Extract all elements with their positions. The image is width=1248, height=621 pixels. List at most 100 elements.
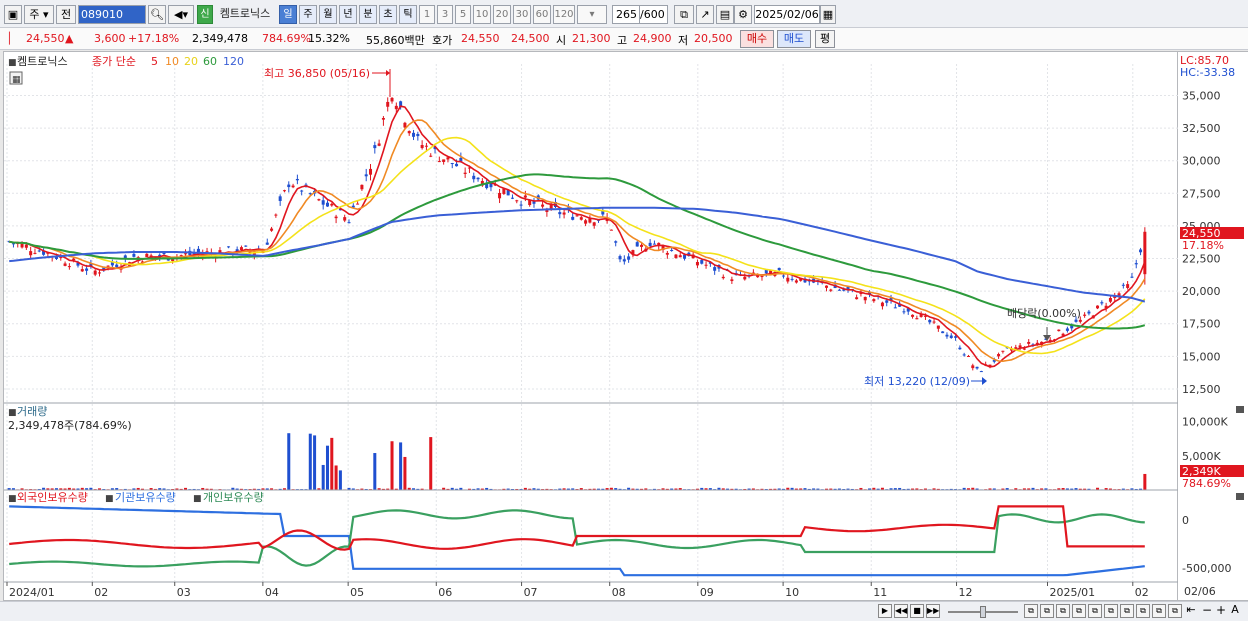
- candle-body: [975, 366, 979, 369]
- layout-tool-icon-7[interactable]: ⧉: [1120, 604, 1134, 618]
- ma10-line: [9, 119, 1146, 363]
- prev-select[interactable]: 전: [56, 5, 76, 24]
- chart-area[interactable]: ■ 켐트로닉스 종가 단순 5 10 20 60 120 ▦ 최고 36,850…: [3, 51, 1179, 602]
- toolbar: ▣ 주 ▾ 전 089010 🔍︎ ◀▾ 신 켐트로닉스 일 주 월 년 분 초…: [0, 0, 1248, 28]
- layout-tool-icon-4[interactable]: ⧉: [1072, 604, 1086, 618]
- candle-body: [665, 252, 669, 255]
- scroll-prev-icon[interactable]: ◀◀: [894, 604, 908, 618]
- minute-3[interactable]: 3: [437, 5, 453, 24]
- stock-code-input[interactable]: 089010: [78, 5, 146, 24]
- buy-button[interactable]: 매수: [740, 30, 774, 48]
- candle-body: [966, 356, 970, 358]
- eval-button[interactable]: 평: [815, 30, 835, 48]
- period-minute[interactable]: 분: [359, 5, 377, 24]
- price-change: 3,600: [94, 32, 126, 45]
- y-tick-label: 22,500: [1182, 253, 1221, 266]
- draw-tool-icon[interactable]: ↗: [696, 5, 714, 24]
- candle-body: [1057, 329, 1061, 332]
- candle-body: [356, 203, 360, 205]
- auto-scale-icon[interactable]: A: [1228, 604, 1242, 618]
- candle-body: [622, 259, 626, 262]
- layout-tool-icon-10[interactable]: ⧉: [1168, 604, 1182, 618]
- candle-body: [928, 319, 932, 323]
- candle-body: [412, 132, 416, 137]
- interval-select[interactable]: ▾: [577, 5, 607, 24]
- minute-1[interactable]: 1: [419, 5, 435, 24]
- chart-svg[interactable]: ■ 켐트로닉스 종가 단순 5 10 20 60 120 ▦ 최고 36,850…: [4, 52, 1179, 602]
- volume-pane-menu-icon[interactable]: [1236, 406, 1244, 413]
- volume-bar: [321, 464, 325, 490]
- zoom-plus-icon[interactable]: +: [1214, 604, 1228, 618]
- scroll-right-icon[interactable]: ▶: [878, 604, 892, 618]
- x-tick-label: 07: [524, 586, 538, 599]
- minute-20[interactable]: 20: [493, 5, 511, 24]
- market-select[interactable]: 주 ▾: [24, 5, 54, 24]
- calendar-icon[interactable]: ▦: [820, 5, 836, 24]
- count-input[interactable]: 265: [612, 5, 640, 24]
- period-second[interactable]: 초: [379, 5, 397, 24]
- holdings-legend-foreign: 외국인보유수량: [17, 491, 88, 504]
- zoom-out-icon[interactable]: ⇤: [1184, 604, 1198, 618]
- ex-div-annotation: 배당락(0.00%): [1007, 307, 1081, 320]
- layout-tool-icon-2[interactable]: ⧉: [1040, 604, 1054, 618]
- x-tick-label: 2024/01: [9, 586, 55, 599]
- legend-ma20: 20: [184, 55, 198, 68]
- candle-body: [1134, 263, 1138, 265]
- x-tick-label: 05: [350, 586, 364, 599]
- ask-price: 24,550: [461, 32, 500, 45]
- sound-icon[interactable]: ◀▾: [168, 5, 194, 24]
- candle-body: [227, 246, 231, 248]
- candle-body: [407, 131, 411, 134]
- candle-body: [618, 256, 622, 260]
- scroll-next-icon[interactable]: ▶▶: [926, 604, 940, 618]
- candle-body: [463, 172, 467, 174]
- search-icon[interactable]: 🔍︎: [148, 5, 166, 24]
- zoom-slider-thumb[interactable]: [980, 606, 986, 618]
- candle-body: [885, 300, 889, 303]
- minute-5[interactable]: 5: [455, 5, 471, 24]
- candle-body: [97, 272, 101, 274]
- candle-body: [300, 190, 304, 192]
- candle-body: [115, 264, 119, 268]
- period-week[interactable]: 주: [299, 5, 317, 24]
- layout-icon[interactable]: ▣: [4, 5, 22, 24]
- layout-tool-icon-3[interactable]: ⧉: [1056, 604, 1070, 618]
- period-month[interactable]: 월: [319, 5, 337, 24]
- zoom-minus-icon[interactable]: −: [1200, 604, 1214, 618]
- bid-price: 24,500: [511, 32, 550, 45]
- save-icon[interactable]: ▤: [716, 5, 734, 24]
- candle-body: [295, 178, 299, 181]
- holdings-pane-menu-icon[interactable]: [1236, 493, 1244, 500]
- candle-body: [20, 243, 24, 248]
- x-tick-label: 2025/01: [1049, 586, 1095, 599]
- layout-tool-icon-8[interactable]: ⧉: [1136, 604, 1150, 618]
- candle-body: [743, 276, 747, 280]
- layout-tool-icon-1[interactable]: ⧉: [1024, 604, 1038, 618]
- minute-120[interactable]: 120: [553, 5, 575, 24]
- minute-30[interactable]: 30: [513, 5, 531, 24]
- candle-body: [790, 278, 794, 280]
- minute-60[interactable]: 60: [533, 5, 551, 24]
- sell-button[interactable]: 매도: [777, 30, 811, 48]
- scroll-stop-icon[interactable]: ■: [910, 604, 924, 618]
- legend-bullet-icon: ■: [8, 58, 17, 68]
- volume-tick-label: 5,000K: [1182, 450, 1221, 463]
- period-tick[interactable]: 틱: [399, 5, 417, 24]
- period-year[interactable]: 년: [339, 5, 357, 24]
- layout-tool-icon-5[interactable]: ⧉: [1088, 604, 1102, 618]
- chart-type-icon[interactable]: ⧉: [674, 5, 694, 24]
- holdings-tick-label: 0: [1182, 514, 1189, 527]
- low-price: 20,500: [694, 32, 733, 45]
- y-tick-label: 20,000: [1182, 285, 1221, 298]
- settings-icon[interactable]: ⚙: [734, 5, 752, 24]
- candle-body: [588, 218, 592, 223]
- period-day[interactable]: 일: [279, 5, 297, 24]
- minute-10[interactable]: 10: [473, 5, 491, 24]
- layout-tool-icon-9[interactable]: ⧉: [1152, 604, 1166, 618]
- date-input[interactable]: 2025/02/06: [754, 5, 820, 24]
- volume-bar: [325, 445, 329, 490]
- candle-body: [945, 334, 949, 337]
- candle-body: [614, 241, 618, 243]
- price-change-pct: +17.18%: [128, 32, 180, 45]
- layout-tool-icon-6[interactable]: ⧉: [1104, 604, 1118, 618]
